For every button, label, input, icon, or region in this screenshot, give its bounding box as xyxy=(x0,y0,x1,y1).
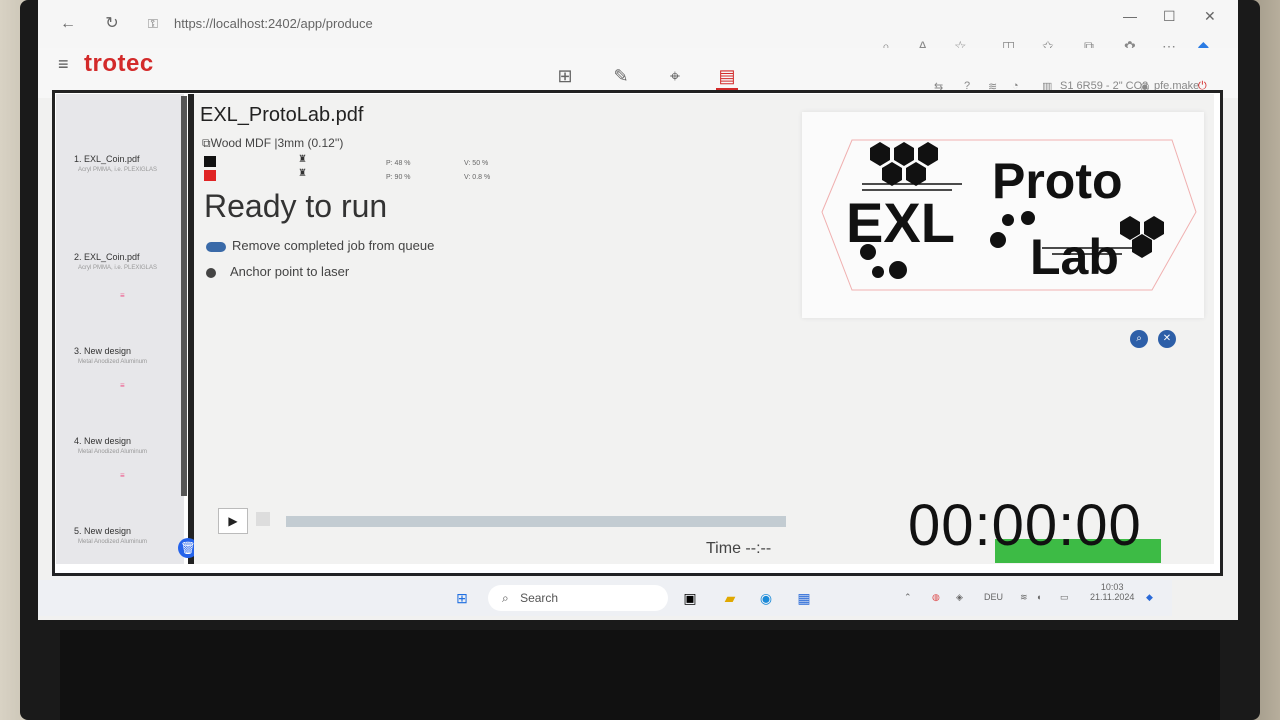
edge-icon[interactable]: ◉ xyxy=(756,588,776,608)
laptop-base xyxy=(60,630,1220,720)
material-icon: ⧉ xyxy=(202,136,211,150)
refresh-icon[interactable]: ↻ xyxy=(102,14,122,34)
file-explorer-icon[interactable]: ▰ xyxy=(720,588,740,608)
job-title: 2. EXL_Coin.pdf xyxy=(74,252,140,262)
anchor-point-toggle[interactable]: Anchor point to laser xyxy=(206,264,349,279)
queue-scrollbar[interactable] xyxy=(181,96,187,496)
list-item[interactable]: 5. New design Metal Anodized Aluminum xyxy=(56,526,184,545)
logo-lab: Lab xyxy=(1030,229,1119,285)
velocity-value: V: 0.8 % xyxy=(464,174,491,181)
tray-chevron-icon[interactable]: ⌃ xyxy=(904,592,912,603)
browser-toolbar: ← ↻ ⚿ https://localhost:2402/app/produce … xyxy=(38,0,1238,54)
preview-zoom-icon[interactable]: ⌕ xyxy=(1130,330,1148,348)
velocity-value: V: 50 % xyxy=(464,160,489,167)
tab-produce-icon[interactable]: ▤ xyxy=(716,66,738,91)
job-material: Acryl PMMA, i.e. PLEXIGLAS xyxy=(78,167,158,173)
battery-icon[interactable]: ▭ xyxy=(1060,592,1069,603)
job-title: 1. EXL_Coin.pdf xyxy=(74,154,140,164)
back-icon[interactable]: ← xyxy=(58,14,78,34)
windows-start-icon[interactable]: ⊞ xyxy=(452,588,472,608)
search-icon: ⌕ xyxy=(502,591,509,605)
volume-icon[interactable]: ◖ xyxy=(1036,592,1041,602)
job-preview[interactable]: EXL Proto Lab xyxy=(802,112,1204,318)
power-value: P: 90 % xyxy=(386,174,411,181)
job-mark-icon: ≡ xyxy=(120,291,125,300)
search-label: Search xyxy=(520,591,559,605)
material-label[interactable]: ⧉Wood MDF |3mm (0.12'') xyxy=(202,136,343,151)
engrave-mode-icon: ♜ xyxy=(298,154,307,165)
job-mark-icon: ≡ xyxy=(120,471,125,480)
job-material: Acryl PMMA, i.e. PLEXIGLAS xyxy=(78,265,158,271)
language-indicator[interactable]: DEU xyxy=(984,592,1003,602)
preview-close-icon[interactable]: ✕ xyxy=(1158,330,1176,348)
color-swatch-black xyxy=(204,156,216,167)
job-file-name: EXL_ProtoLab.pdf xyxy=(200,104,364,126)
remove-completed-toggle[interactable]: Remove completed job from queue xyxy=(206,238,434,253)
logo-proto: Proto xyxy=(992,153,1123,209)
taskbar-search[interactable]: ⌕ Search xyxy=(488,585,668,611)
power-value: P: 48 % xyxy=(386,160,411,167)
color-swatch-red xyxy=(204,170,216,181)
clock-date: 21.11.2024 xyxy=(1090,592,1135,602)
close-icon[interactable]: ✕ xyxy=(1204,8,1216,25)
wifi-icon[interactable]: ≋ xyxy=(1020,592,1028,603)
anchor-point-label: Anchor point to laser xyxy=(230,264,350,279)
taskbar: ⊞ ⌕ Search ▣ ▰ ◉ ▦ ⌃ ◍ ◈ DEU ≋ ◖ ▭ 10:03… xyxy=(38,580,1172,616)
material-text: Wood MDF |3mm (0.12'') xyxy=(210,136,344,150)
toggle-off-icon[interactable] xyxy=(206,267,216,278)
tab-design-icon[interactable]: ✎ xyxy=(610,66,632,88)
job-mark-icon: ≡ xyxy=(120,381,125,390)
trotec-logo: trotec xyxy=(84,50,154,77)
lock-icon: ⚿ xyxy=(148,16,158,31)
play-button[interactable]: ▶ xyxy=(218,508,248,534)
task-view-icon[interactable]: ▣ xyxy=(680,588,700,608)
toggle-on-icon[interactable] xyxy=(206,241,226,252)
list-item[interactable]: 2. EXL_Coin.pdf Acryl PMMA, i.e. PLEXIGL… xyxy=(56,252,184,300)
cut-mode-icon: ♜ xyxy=(298,168,307,179)
job-queue: 1. EXL_Coin.pdf Acryl PMMA, i.e. PLEXIGL… xyxy=(56,94,184,564)
list-item[interactable]: 3. New design Metal Anodized Aluminum ≡ xyxy=(56,346,184,390)
job-title: 4. New design xyxy=(74,436,132,446)
time-estimate: Time --:-- xyxy=(706,540,772,557)
job-detail: EXL_ProtoLab.pdf ⧉Wood MDF |3mm (0.12'')… xyxy=(194,94,1214,564)
stop-button[interactable] xyxy=(256,512,270,526)
job-material: Metal Anodized Aluminum xyxy=(78,449,148,455)
address-bar[interactable]: ⚿ https://localhost:2402/app/produce xyxy=(148,12,748,36)
url-text: https://localhost:2402/app/produce xyxy=(174,16,373,31)
tray-app2-icon[interactable]: ◈ xyxy=(956,592,963,603)
list-item[interactable]: 4. New design Metal Anodized Aluminum ≡ xyxy=(56,436,184,480)
job-title: 5. New design xyxy=(74,526,132,536)
list-item[interactable]: 1. EXL_Coin.pdf Acryl PMMA, i.e. PLEXIGL… xyxy=(56,154,184,173)
tray-app-icon[interactable]: ◍ xyxy=(932,592,940,603)
menu-icon[interactable]: ≡ xyxy=(58,54,69,75)
remove-completed-label: Remove completed job from queue xyxy=(232,238,435,253)
screen: ← ↻ ⚿ https://localhost:2402/app/produce … xyxy=(38,0,1238,620)
maximize-icon[interactable]: ☐ xyxy=(1163,8,1176,25)
proto-lab-logo: EXL Proto Lab xyxy=(821,139,1197,291)
tab-overview-grid-icon[interactable]: ⊞ xyxy=(554,66,576,88)
job-progress-bar xyxy=(286,516,786,527)
job-timer: 00:00:00 xyxy=(908,493,1142,558)
job-status: Ready to run xyxy=(204,188,388,224)
clock-time: 10:03 xyxy=(1100,582,1124,592)
job-material: Metal Anodized Aluminum xyxy=(78,539,148,545)
tab-position-icon[interactable]: ⌖ xyxy=(664,66,686,88)
job-title: 3. New design xyxy=(74,346,132,356)
store-icon[interactable]: ▦ xyxy=(794,588,814,608)
minimize-icon[interactable]: — xyxy=(1123,8,1137,24)
job-material: Metal Anodized Aluminum xyxy=(78,359,148,365)
logo-exl: EXL xyxy=(846,191,955,254)
clock[interactable]: 10:03 21.11.2024 xyxy=(1090,582,1134,602)
notification-bell-icon[interactable]: ◆ xyxy=(1146,592,1153,603)
